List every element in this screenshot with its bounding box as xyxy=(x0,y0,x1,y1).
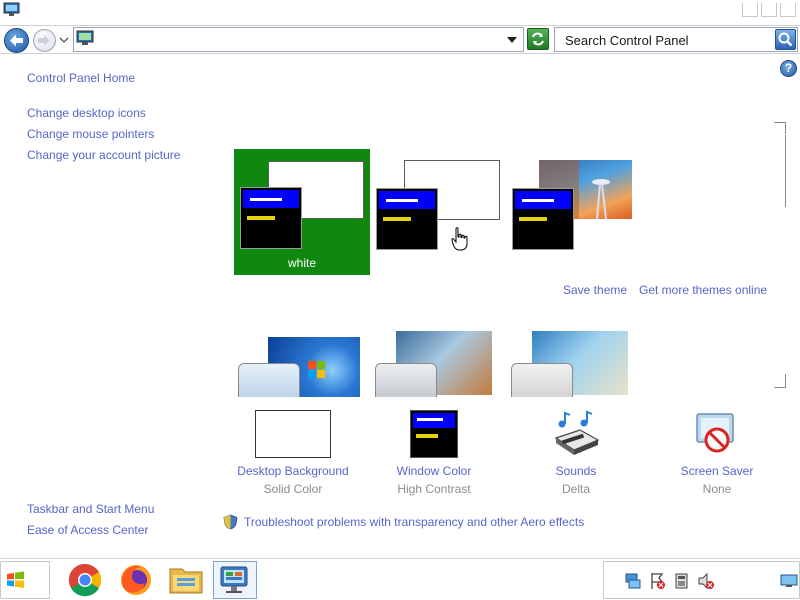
recent-pages-chevron-icon[interactable] xyxy=(59,36,69,44)
hand-cursor-icon xyxy=(451,227,468,251)
sounds-value: Delta xyxy=(561,482,590,496)
desktop-background-label[interactable]: Desktop Background xyxy=(228,464,358,478)
minimize-button[interactable] xyxy=(742,3,758,17)
get-more-themes-link[interactable]: Get more themes online xyxy=(639,283,767,297)
control-panel-taskbar-button[interactable] xyxy=(213,561,257,599)
help-button[interactable]: ? xyxy=(780,60,797,77)
sounds-setting[interactable]: Sounds Delta xyxy=(511,410,641,496)
show-desktop-icon[interactable] xyxy=(780,574,798,588)
theme-gallery: white xyxy=(230,135,790,397)
theme-architecture[interactable] xyxy=(374,325,510,397)
window-color-value: High Contrast xyxy=(397,482,471,496)
change-account-picture-link[interactable]: Change your account picture xyxy=(27,148,180,162)
notification-area xyxy=(603,561,800,599)
theme-preview-window-front xyxy=(376,188,438,250)
chrome-taskbar-button[interactable] xyxy=(63,561,107,599)
sounds-speaker-notes-icon xyxy=(554,410,600,455)
taskbar-start-menu-link[interactable]: Taskbar and Start Menu xyxy=(27,502,154,516)
taskbar xyxy=(0,558,800,600)
change-mouse-pointers-link[interactable]: Change mouse pointers xyxy=(27,127,154,141)
back-button[interactable] xyxy=(4,28,29,53)
theme-list-scrollbar[interactable] xyxy=(785,135,786,207)
desktop-background-value: Solid Color xyxy=(263,482,323,496)
refresh-arrows-icon xyxy=(532,32,544,46)
ease-of-access-link[interactable]: Ease of Access Center xyxy=(27,523,148,537)
address-dropdown-icon[interactable] xyxy=(507,36,517,44)
refresh-button[interactable] xyxy=(527,28,549,50)
theme-list-scroll-bottom xyxy=(774,374,786,388)
theme-preview-window-front xyxy=(375,363,437,397)
maximize-button[interactable] xyxy=(761,3,777,17)
security-shield-icon xyxy=(223,514,238,530)
chrome-icon xyxy=(68,563,102,597)
window-color-swatch xyxy=(410,410,458,458)
screen-saver-label[interactable]: Screen Saver xyxy=(652,464,782,478)
title-bar xyxy=(0,0,800,24)
theme-white[interactable]: white xyxy=(234,149,370,275)
theme-nature[interactable] xyxy=(510,325,646,397)
theme-photo[interactable] xyxy=(510,149,646,275)
control-panel-home-link[interactable]: Control Panel Home xyxy=(27,71,135,85)
save-theme-link[interactable]: Save theme xyxy=(563,283,627,297)
theme-high-contrast[interactable] xyxy=(373,149,509,275)
theme-preview-window-front xyxy=(511,363,573,397)
windows-start-icon xyxy=(7,571,24,588)
firefox-icon xyxy=(121,565,151,595)
file-explorer-icon xyxy=(169,568,203,594)
theme-preview-window-front xyxy=(512,188,574,250)
action-center-icon[interactable] xyxy=(648,572,666,590)
forward-arrow-icon xyxy=(38,34,50,47)
file-explorer-taskbar-button[interactable] xyxy=(164,561,208,599)
theme-preview-window-front xyxy=(238,363,300,397)
control-panel-monitor-icon xyxy=(76,30,94,45)
volume-muted-icon[interactable] xyxy=(697,572,715,590)
window-color-label[interactable]: Window Color xyxy=(369,464,499,478)
theme-windows-7[interactable] xyxy=(238,325,374,397)
theme-list-scroll-top xyxy=(774,122,786,134)
search-placeholder: Search Control Panel xyxy=(565,33,689,48)
firefox-taskbar-button[interactable] xyxy=(114,561,158,599)
search-icon xyxy=(778,32,793,47)
network-icon[interactable] xyxy=(624,572,642,590)
theme-preview-window-front xyxy=(240,187,302,249)
search-field[interactable]: Search Control Panel xyxy=(554,27,798,52)
address-toolbar: Search Control Panel xyxy=(0,25,800,54)
battery-icon[interactable] xyxy=(673,572,691,590)
address-bar[interactable] xyxy=(73,27,524,52)
sounds-label[interactable]: Sounds xyxy=(511,464,641,478)
screen-saver-value: None xyxy=(702,482,732,496)
troubleshoot-aero-link[interactable]: Troubleshoot problems with transparency … xyxy=(244,515,584,529)
close-button[interactable] xyxy=(780,3,796,17)
back-arrow-icon xyxy=(10,34,23,47)
control-panel-icon xyxy=(220,566,248,593)
window-color-setting[interactable]: Window Color High Contrast xyxy=(369,410,499,496)
change-desktop-icons-link[interactable]: Change desktop icons xyxy=(27,106,146,120)
forward-button[interactable] xyxy=(33,29,56,52)
screen-saver-none-icon xyxy=(696,413,734,453)
solid-color-swatch xyxy=(255,410,331,458)
search-button[interactable] xyxy=(775,29,796,50)
desktop-background-setting[interactable]: Desktop Background Solid Color xyxy=(228,410,358,496)
theme-label: white xyxy=(287,256,316,270)
control-panel-monitor-icon xyxy=(3,2,20,16)
screen-saver-setting[interactable]: Screen Saver None xyxy=(652,410,782,496)
start-button[interactable] xyxy=(0,561,50,599)
